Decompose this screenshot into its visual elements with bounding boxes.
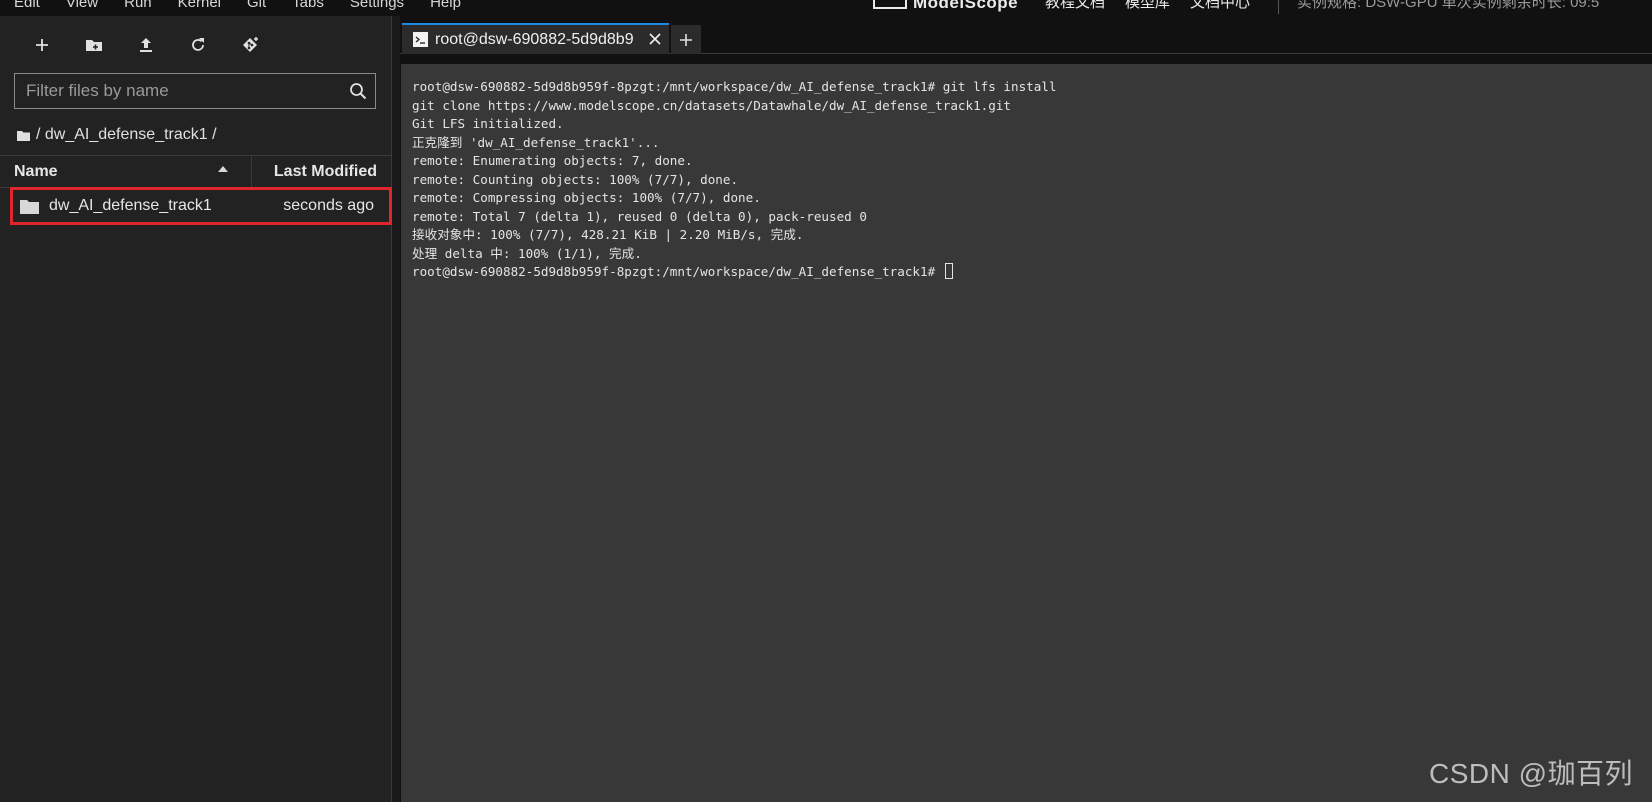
link-model-library[interactable]: 模型库 <box>1125 0 1170 13</box>
git-clone-button[interactable] <box>224 32 276 58</box>
search-icon[interactable] <box>341 74 375 108</box>
link-docs-center[interactable]: 文档中心 <box>1190 0 1250 13</box>
terminal-line: remote: Compressing objects: 100% (7/7),… <box>412 190 761 205</box>
terminal-line: 处理 delta 中: 100% (1/1), 完成. <box>412 245 642 261</box>
menu-git[interactable]: Git <box>247 0 266 13</box>
column-last-modified[interactable]: Last Modified <box>252 156 392 187</box>
new-launcher-button[interactable] <box>16 32 68 58</box>
sort-ascending-icon <box>218 166 228 172</box>
breadcrumb[interactable]: / dw_AI_defense_track1 / <box>17 126 217 144</box>
instance-info: 实例规格: DSW-GPU 单次实例剩余时长: 09:5 <box>1297 0 1600 11</box>
terminal-line: remote: Enumerating objects: 7, done. <box>412 153 693 168</box>
link-tutorials[interactable]: 教程文档 <box>1045 0 1105 13</box>
menu-help[interactable]: Help <box>430 0 461 13</box>
top-divider <box>1278 0 1279 14</box>
tab-terminal[interactable]: root@dsw-690882-5d9d8b9 <box>402 23 669 54</box>
file-list-header: Name Last Modified <box>0 155 392 188</box>
refresh-button[interactable] <box>172 32 224 58</box>
git-clone-icon <box>243 37 258 52</box>
file-browser-toolbar <box>16 32 276 58</box>
main-tab-bar: root@dsw-690882-5d9d8b9 <box>400 16 1652 54</box>
filter-files-input[interactable] <box>15 74 341 108</box>
breadcrumb-path[interactable]: / dw_AI_defense_track1 / <box>36 126 217 144</box>
list-item[interactable]: dw_AI_defense_track1 seconds ago <box>10 187 392 225</box>
column-modified-label: Last Modified <box>273 162 377 180</box>
refresh-icon <box>192 38 204 51</box>
brand-name: ModelScope <box>913 0 1019 12</box>
new-folder-icon <box>86 40 102 51</box>
file-browser-panel: / dw_AI_defense_track1 / Name Last Modif… <box>0 16 392 802</box>
plus-icon <box>36 39 48 51</box>
terminal-line: 接收对象中: 100% (7/7), 428.21 KiB | 2.20 MiB… <box>412 227 804 242</box>
column-name[interactable]: Name <box>0 156 252 187</box>
menu-items: Edit View Run Kernel Git Tabs Settings H… <box>14 0 487 13</box>
new-folder-button[interactable] <box>68 32 120 58</box>
terminal-line: remote: Total 7 (delta 1), reused 0 (del… <box>412 208 867 224</box>
plus-icon <box>680 33 692 46</box>
menu-view[interactable]: View <box>66 0 98 13</box>
modelscope-brand[interactable]: ModelScope <box>873 0 1018 13</box>
folder-icon <box>17 130 30 141</box>
file-modified: seconds ago <box>283 197 374 214</box>
folder-icon <box>20 199 39 214</box>
terminal-prompt-line[interactable]: root@dsw-690882-5d9d8b959f-8pzgt:/mnt/wo… <box>412 263 1652 282</box>
modelscope-logo-icon <box>873 0 907 9</box>
filter-files-box <box>14 73 376 109</box>
terminal-cursor <box>944 263 953 279</box>
terminal-icon <box>413 32 428 47</box>
menu-bar: Edit View Run Kernel Git Tabs Settings H… <box>0 0 1652 16</box>
terminal-output[interactable]: root@dsw-690882-5d9d8b959f-8pzgt:/mnt/wo… <box>401 64 1652 802</box>
menu-tabs[interactable]: Tabs <box>292 0 324 13</box>
menu-run[interactable]: Run <box>124 0 152 13</box>
file-name: dw_AI_defense_track1 <box>49 197 212 214</box>
close-icon[interactable] <box>647 31 663 47</box>
terminal-line: 正克隆到 'dw_AI_defense_track1'... <box>412 134 660 150</box>
terminal-line: remote: Counting objects: 100% (7/7), do… <box>412 171 739 187</box>
column-name-label: Name <box>14 162 58 180</box>
terminal-line: Git LFS initialized. <box>412 116 564 131</box>
tab-label: root@dsw-690882-5d9d8b9 <box>435 30 634 48</box>
terminal-line: git clone https://www.modelscope.cn/data… <box>412 97 1011 113</box>
upload-button[interactable] <box>120 32 172 58</box>
terminal-panel: root@dsw-690882-5d9d8b959f-8pzgt:/mnt/wo… <box>400 55 1652 802</box>
watermark: CSDN @珈百列 <box>1429 758 1634 789</box>
menu-kernel[interactable]: Kernel <box>178 0 221 13</box>
new-tab-button[interactable] <box>671 25 701 54</box>
terminal-line: root@dsw-690882-5d9d8b959f-8pzgt:/mnt/wo… <box>412 79 1057 94</box>
menu-edit[interactable]: Edit <box>14 0 40 13</box>
panel-resize-handle[interactable] <box>392 16 400 802</box>
menu-settings[interactable]: Settings <box>350 0 404 13</box>
upload-icon <box>140 38 152 52</box>
top-links: 教程文档 模型库 文档中心 <box>1045 0 1270 13</box>
terminal-prompt: root@dsw-690882-5d9d8b959f-8pzgt:/mnt/wo… <box>412 264 943 279</box>
